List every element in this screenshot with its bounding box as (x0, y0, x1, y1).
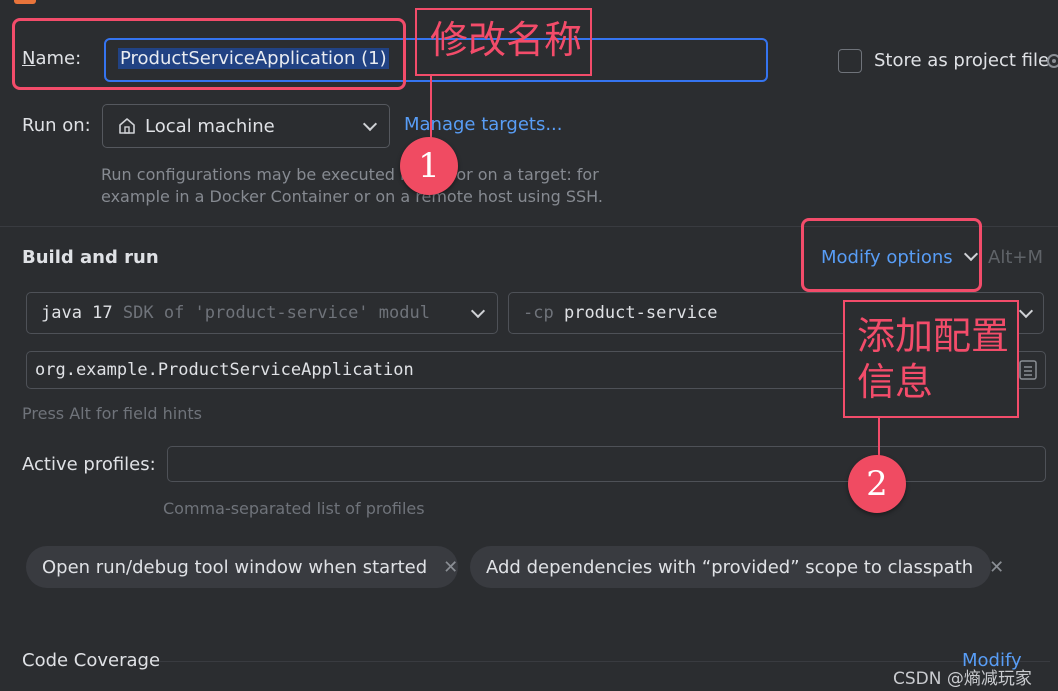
active-profiles-label: Active profiles: (22, 454, 156, 475)
home-icon (117, 116, 137, 141)
jdk-select[interactable]: java 17 SDK of 'product-service' modul (26, 292, 498, 334)
chevron-down-icon (470, 303, 486, 319)
add-config-annotation-line2: 信息 (857, 360, 934, 404)
active-profiles-help: Comma-separated list of profiles (163, 499, 425, 518)
jdk-version: java 17 (41, 303, 113, 323)
modify-options-shortcut: Alt+M (988, 247, 1043, 268)
classpath-flag: -cp (523, 303, 554, 323)
option-chip-label: Add dependencies with “provided” scope t… (486, 556, 974, 578)
option-chip[interactable]: Add dependencies with “provided” scope t… (470, 546, 1004, 588)
close-icon[interactable]: ✕ (443, 557, 458, 578)
annotation-connector (878, 418, 880, 458)
watermark: CSDN @熵减玩家 (893, 669, 1032, 689)
main-class-value: org.example.ProductServiceApplication (35, 360, 414, 380)
run-on-select[interactable]: Local machine (102, 104, 390, 148)
run-on-label: Run on: (22, 115, 91, 136)
step-1-badge: 1 (400, 137, 458, 195)
rename-annotation-text: 修改名称 (430, 18, 583, 62)
classpath-module: product-service (563, 303, 718, 323)
option-chip[interactable]: Open run/debug tool window when started … (26, 546, 458, 588)
step-2-badge: 2 (848, 455, 906, 513)
close-icon[interactable]: ✕ (989, 557, 1004, 578)
store-as-project-checkbox[interactable] (838, 49, 862, 73)
run-on-help-line2: example in a Docker Container or on a re… (101, 187, 603, 206)
code-coverage-label: Code Coverage (22, 650, 161, 671)
store-as-project-label: Store as project file (874, 50, 1050, 71)
code-coverage-divider (160, 661, 1050, 662)
run-on-selected: Local machine (145, 116, 275, 137)
name-highlight-box (12, 18, 406, 90)
modify-options-highlight-box (801, 218, 982, 292)
add-config-annotation-line1: 添加配置 (857, 314, 1010, 358)
field-hint: Press Alt for field hints (22, 404, 202, 423)
chevron-down-icon (362, 116, 378, 132)
gear-icon[interactable] (1044, 51, 1058, 71)
run-on-help-line1: Run configurations may be executed local… (101, 165, 599, 184)
chevron-down-icon (1018, 303, 1034, 319)
build-and-run-heading: Build and run (22, 247, 159, 268)
manage-targets-link[interactable]: Manage targets... (404, 114, 563, 135)
window-title-icon (14, 0, 36, 4)
option-chip-label: Open run/debug tool window when started (42, 556, 428, 578)
browse-file-icon[interactable] (1019, 360, 1037, 385)
jdk-description: SDK of 'product-service' modul (122, 303, 430, 323)
active-profiles-input[interactable] (167, 446, 1046, 482)
